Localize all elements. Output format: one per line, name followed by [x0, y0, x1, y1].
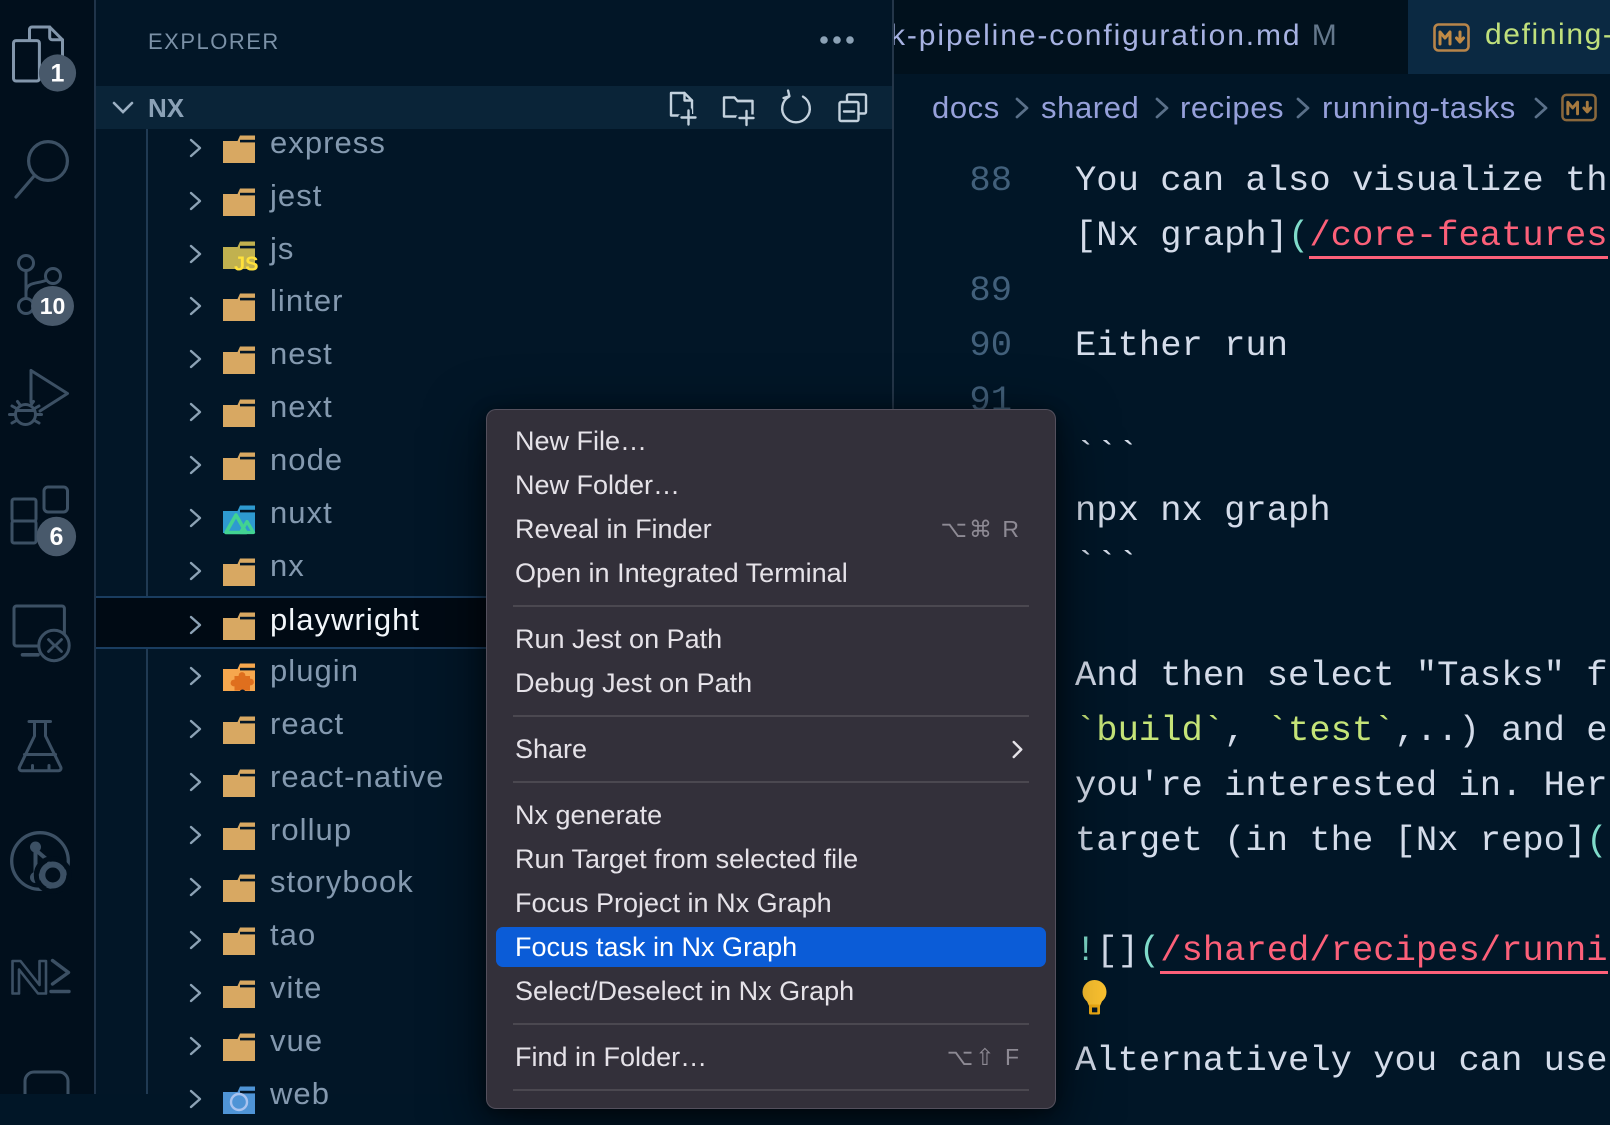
- svg-text:6: 6: [49, 523, 63, 551]
- svg-text:JS: JS: [234, 254, 258, 276]
- svg-text:10: 10: [40, 293, 66, 319]
- svg-text:1: 1: [51, 60, 65, 88]
